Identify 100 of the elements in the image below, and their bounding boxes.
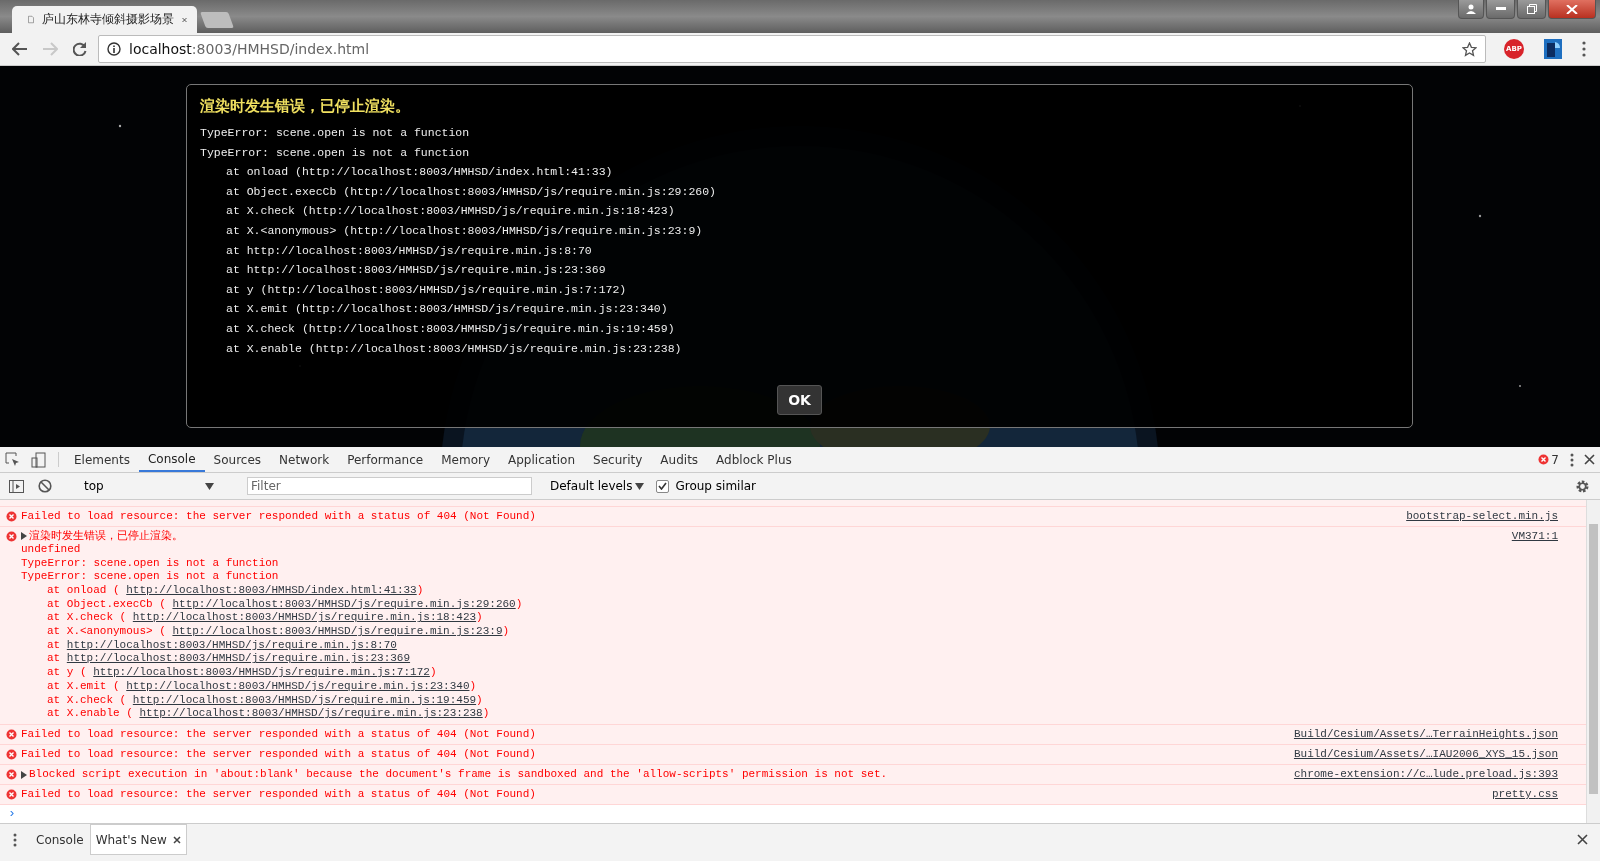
stack-trace-line: at http://localhost:8003/HMHSD/js/require.min.js:23:369 <box>225 263 607 279</box>
stack-link[interactable]: http://localhost:8003/HMHSD/js/require.min.js:8:70 <box>66 638 397 651</box>
browser-tab[interactable]: 庐山东林寺倾斜摄影场景 <box>12 6 197 33</box>
checkbox-label: Group similar <box>675 479 757 493</box>
stack-frame: at X.emit ( http://localhost:8003/HMHSD/js/require.min.js:23:340) <box>21 679 1508 694</box>
error-message: TypeError: scene.open is not a function <box>200 145 471 161</box>
back-arrow-icon <box>12 42 28 56</box>
error-icon <box>6 769 17 780</box>
minimize-button[interactable] <box>1486 0 1515 19</box>
minimize-icon <box>1495 7 1506 11</box>
ok-button[interactable]: OK <box>777 385 822 415</box>
source-link[interactable]: VM371:1 <box>1511 529 1558 721</box>
devtools-tab[interactable]: Elements <box>65 447 139 472</box>
stack-frame: at X.check ( http://localhost:8003/HMHSD/js/require.min.js:18:423) <box>21 611 1508 626</box>
devtools-tab[interactable]: Performance <box>338 447 433 472</box>
stack-trace-line: at y (http://localhost:8003/HMHSD/js/require.min.js:7:172) <box>225 282 628 298</box>
settings-icon <box>1575 478 1590 494</box>
close-icon <box>1584 454 1595 465</box>
block-icon <box>38 479 52 493</box>
error-icon <box>6 510 17 522</box>
error-icon <box>6 789 17 800</box>
devtools-tab[interactable]: Security <box>584 447 652 472</box>
stack-link[interactable]: http://localhost:8003/HMHSD/index.html:41:33 <box>126 583 417 596</box>
cursor-icon <box>5 451 21 468</box>
drawer-tab[interactable]: What's New <box>89 824 187 855</box>
error-icon <box>6 530 17 542</box>
stack-link[interactable]: http://localhost:8003/HMHSD/js/require.min.js:23:340 <box>126 679 470 692</box>
source-link[interactable]: bootstrap-select.min.js <box>1406 509 1558 523</box>
stack-link[interactable]: http://localhost:8003/HMHSD/js/require.min.js:23:369 <box>66 652 411 665</box>
stack-trace-line: at onload (http://localhost:8003/HMHSD/index.html:41:33) <box>225 165 614 181</box>
profile-button[interactable] <box>1458 0 1484 19</box>
source-link[interactable]: Build/Cesium/Assets/…IAU2006_XYS_15.json <box>1293 748 1558 761</box>
stack-frame: at Object.execCb ( http://localhost:8003/HMHSD/js/require.min.js:29:260) <box>21 597 1508 612</box>
maximize-button[interactable] <box>1517 0 1546 19</box>
devtools-tab[interactable]: Adblock Plus <box>707 447 801 472</box>
levels-dropdown[interactable]: Default levels <box>542 479 653 493</box>
devtools-tab[interactable]: Memory <box>432 447 499 472</box>
close-button[interactable] <box>1548 0 1596 19</box>
dropdown-arrow-icon <box>635 482 645 490</box>
extension-icon <box>1544 39 1562 59</box>
filter-field[interactable]: Filter <box>247 477 532 495</box>
stack-frame: at X.<anonymous> ( http://localhost:8003/HMHSD/js/require.min.js:23:9) <box>21 625 1508 639</box>
scrollbar[interactable] <box>1586 500 1600 823</box>
message-text: Failed to load resource: the server responded with a status of 404 (Not Found) <box>21 748 536 761</box>
stack-frame: at X.enable ( http://localhost:8003/HMHSD/js/require.min.js:23:238) <box>21 707 1508 721</box>
dialog-title: 渲染时发生错误，已停止渲染。 <box>200 97 411 116</box>
stack-frame: at http://localhost:8003/HMHSD/js/require.min.js:23:369 <box>21 652 1508 667</box>
stack-frame: at onload ( http://localhost:8003/HMHSD/index.html:41:33) <box>21 583 1508 598</box>
error-icon <box>6 749 17 760</box>
devtools-tab[interactable]: Audits <box>651 447 708 472</box>
error-icon <box>1538 454 1550 465</box>
dropdown-arrow-icon <box>205 482 214 490</box>
context-dropdown[interactable]: top <box>78 479 220 493</box>
error-icon <box>6 729 17 740</box>
sidebar-icon <box>9 479 24 493</box>
devtools-tab[interactable]: Network <box>270 447 339 472</box>
source-link[interactable]: Build/Cesium/Assets/…TerrainHeights.json <box>1293 728 1558 741</box>
message-detail: undefined <box>21 542 82 557</box>
forward-arrow-icon <box>42 42 58 56</box>
close-icon <box>1566 4 1578 14</box>
stack-trace-line: at X.emit (http://localhost:8003/HMHSD/js/require.min.js:23:340) <box>225 302 669 318</box>
stack-trace-line: at http://localhost:8003/HMHSD/js/require.min.js:8:70 <box>225 243 593 259</box>
close-icon <box>172 835 181 844</box>
message-detail: TypeError: scene.open is not a function <box>21 570 280 584</box>
expand-arrow-icon <box>21 532 27 541</box>
message-text: Failed to load resource: the server responded with a status of 404 (Not Found) <box>21 788 536 801</box>
source-link[interactable]: chrome-extension://c…lude.preload.js:393 <box>1293 768 1558 781</box>
stack-link[interactable]: http://localhost:8003/HMHSD/js/require.min.js:18:423 <box>132 611 477 624</box>
message-text: Failed to load resource: the server responded with a status of 404 (Not Found) <box>21 509 536 523</box>
stack-frame: at y ( http://localhost:8003/HMHSD/js/require.min.js:7:172) <box>21 666 1508 680</box>
error-message: TypeError: scene.open is not a function <box>200 126 471 141</box>
star-icon <box>1462 41 1477 57</box>
stack-link[interactable]: http://localhost:8003/HMHSD/js/require.min.js:23:238 <box>139 707 483 720</box>
device-icon <box>31 451 47 468</box>
checkbox[interactable] <box>656 479 670 493</box>
stack-frame: at X.check ( http://localhost:8003/HMHSD/js/require.min.js:19:459) <box>21 693 1508 708</box>
stack-link[interactable]: http://localhost:8003/HMHSD/js/require.min.js:23:9 <box>172 625 503 638</box>
message-text: 渲染时发生错误，已停止渲染。 <box>29 529 183 543</box>
reload-icon <box>73 42 87 56</box>
drawer-tab[interactable]: Console <box>30 824 90 855</box>
error-counter[interactable]: 7 <box>1532 447 1565 472</box>
devtools-tab[interactable]: Application <box>499 447 585 472</box>
console-prompt[interactable]: › <box>0 805 1586 823</box>
new-tab-button[interactable] <box>200 12 234 28</box>
stack-trace-line: at X.check (http://localhost:8003/HMHSD/js/require.min.js:19:459) <box>225 321 676 337</box>
menu-icon <box>1582 41 1586 57</box>
stack-trace-line: at Object.execCb (http://localhost:8003/HMHSD/js/require.min.js:29:260) <box>225 184 717 200</box>
stack-link[interactable]: http://localhost:8003/HMHSD/js/require.min.js:19:459 <box>132 693 477 706</box>
stack-link[interactable]: http://localhost:8003/HMHSD/js/require.min.js:7:172 <box>93 666 430 679</box>
close-icon <box>1577 834 1588 845</box>
user-icon <box>1466 4 1476 14</box>
devtools-tab[interactable]: Sources <box>204 447 271 472</box>
address-bar[interactable]: localhost:8003/HMHSD/index.html <box>98 35 1486 63</box>
source-link[interactable]: pretty.css <box>1492 788 1558 801</box>
stack-link[interactable]: http://localhost:8003/HMHSD/js/require.min.js:29:260 <box>172 597 516 610</box>
menu-icon <box>13 832 17 847</box>
info-icon <box>107 42 121 56</box>
menu-icon <box>1570 452 1574 467</box>
stack-trace-line: at X.check (http://localhost:8003/HMHSD/js/require.min.js:18:423) <box>225 204 676 220</box>
expand-arrow-icon <box>21 770 27 779</box>
